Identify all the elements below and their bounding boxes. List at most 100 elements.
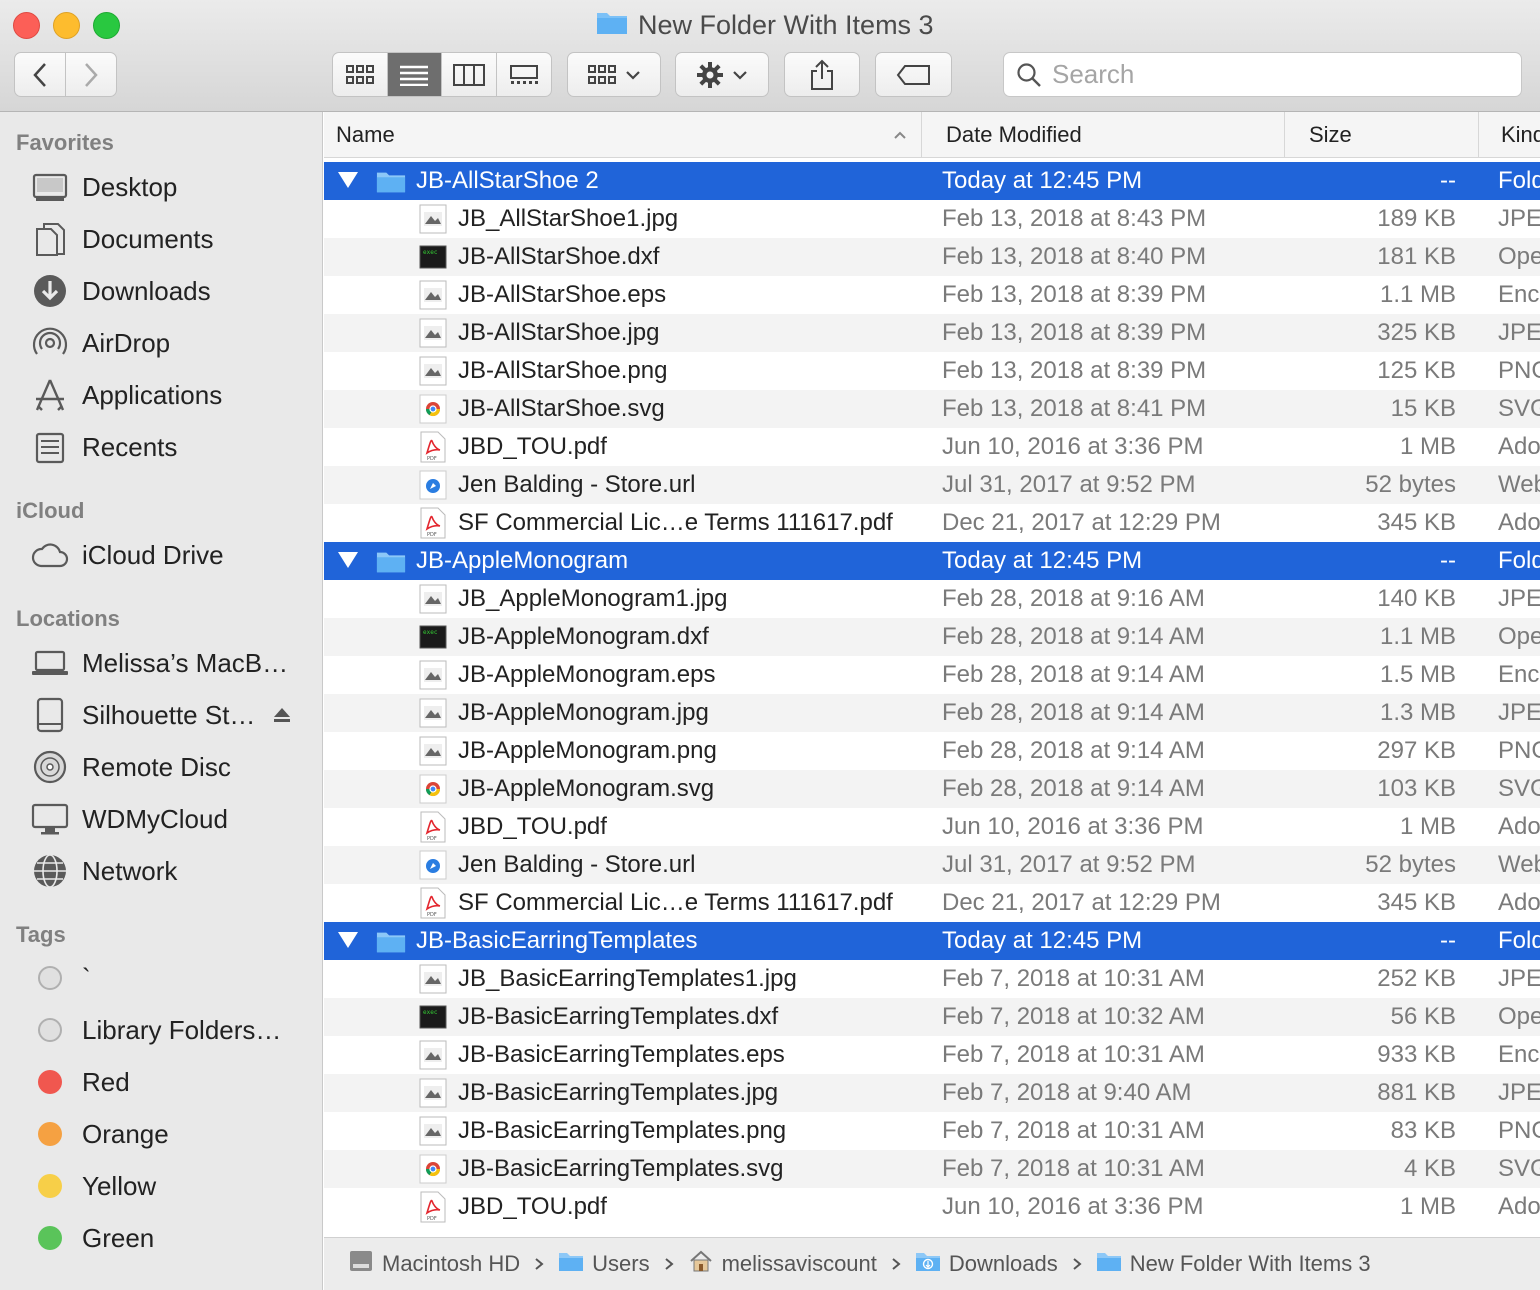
image-icon bbox=[418, 584, 448, 614]
tag-item-yellow[interactable]: Yellow bbox=[30, 1164, 320, 1208]
file-row[interactable]: JB-AllStarShoe.jpg Feb 13, 2018 at 8:39 P… bbox=[324, 314, 1540, 352]
sidebar-item-applications[interactable]: Applications bbox=[30, 373, 320, 417]
file-row[interactable]: exec JB-AppleMonogram.dxf Feb 28, 2018 at … bbox=[324, 618, 1540, 656]
date-column-header[interactable]: Date Modified bbox=[922, 112, 1285, 158]
icon-view-button[interactable] bbox=[333, 53, 388, 96]
image-icon bbox=[418, 660, 448, 690]
tag-item-backtick[interactable]: ` bbox=[30, 956, 320, 1000]
file-kind: Folder bbox=[1498, 927, 1540, 954]
sidebar-item-airdrop[interactable]: AirDrop bbox=[30, 321, 320, 365]
tag-color-icon bbox=[38, 1226, 62, 1250]
file-row[interactable]: JB-AppleMonogram.jpg Feb 28, 2018 at 9:14… bbox=[324, 694, 1540, 732]
path-item-melissaviscount[interactable]: melissaviscount bbox=[688, 1249, 877, 1279]
file-kind: Adobe PDF document bbox=[1498, 433, 1540, 460]
file-row[interactable]: exec JB-AllStarShoe.dxf Feb 13, 2018 at 8:… bbox=[324, 238, 1540, 276]
tag-item-red[interactable]: Red bbox=[30, 1060, 320, 1104]
list-view-button[interactable] bbox=[387, 53, 442, 96]
tag-item-library-folders[interactable]: Library Folders… bbox=[30, 1008, 320, 1052]
file-row[interactable]: PDF SF Commercial Lic…e Terms 111617.pdf D… bbox=[324, 504, 1540, 542]
tag-item-green[interactable]: Green bbox=[30, 1216, 320, 1260]
file-row[interactable]: PDF SF Commercial Lic…e Terms 111617.pdf D… bbox=[324, 884, 1540, 922]
folder-row[interactable]: JB-AppleMonogram Today at 12:45 PM -- Folde… bbox=[324, 542, 1540, 580]
share-button[interactable] bbox=[784, 52, 860, 97]
eject-icon[interactable] bbox=[272, 701, 292, 732]
column-view-button[interactable] bbox=[442, 53, 497, 96]
sidebar-item-label: Applications bbox=[82, 379, 223, 410]
file-row[interactable]: Jen Balding - Store.url Jul 31, 2017 at 9… bbox=[324, 846, 1540, 884]
folder-row[interactable]: JB-AllStarShoe 2 Today at 12:45 PM -- Folde… bbox=[324, 162, 1540, 200]
file-name: JB-AppleMonogram bbox=[416, 547, 629, 574]
file-name: JB_BasicEarringTemplates1.jpg bbox=[458, 965, 797, 992]
disclosure-triangle-icon[interactable] bbox=[338, 932, 358, 948]
disclosure-triangle-icon[interactable] bbox=[338, 172, 358, 188]
file-row[interactable]: Jen Balding - Store.url Jul 31, 2017 at 9… bbox=[324, 466, 1540, 504]
file-name: JB-AppleMonogram.eps bbox=[458, 661, 716, 688]
file-kind: PNG image bbox=[1498, 357, 1540, 384]
date-modified: Jul 31, 2017 at 9:52 PM bbox=[942, 471, 1196, 498]
close-window-button[interactable] bbox=[13, 12, 40, 39]
group-by-button[interactable] bbox=[567, 52, 661, 97]
name-column-header[interactable]: Name bbox=[324, 112, 922, 158]
file-row[interactable]: PDF JBD_TOU.pdf Jun 10, 2016 at 3:36 PM 1 M… bbox=[324, 1188, 1540, 1226]
folder-icon bbox=[376, 926, 406, 956]
image-icon bbox=[418, 1040, 448, 1070]
sidebar-item-silhouette-st[interactable]: Silhouette St… bbox=[30, 693, 320, 737]
file-row[interactable]: JB-BasicEarringTemplates.jpg Feb 7, 2018 … bbox=[324, 1074, 1540, 1112]
file-row[interactable]: PDF JBD_TOU.pdf Jun 10, 2016 at 3:36 PM 1 M… bbox=[324, 428, 1540, 466]
group-grid-icon bbox=[588, 64, 616, 84]
path-item-macintosh-hd[interactable]: Macintosh HD bbox=[348, 1249, 520, 1279]
search-field[interactable] bbox=[1003, 52, 1522, 97]
file-row[interactable]: JB-BasicEarringTemplates.png Feb 7, 2018 … bbox=[324, 1112, 1540, 1150]
sidebar-item-label: WDMyCloud bbox=[82, 803, 228, 834]
file-row[interactable]: JB_AppleMonogram1.jpg Feb 28, 2018 at 9:1… bbox=[324, 580, 1540, 618]
action-button[interactable] bbox=[675, 52, 769, 97]
date-modified: Feb 13, 2018 at 8:39 PM bbox=[942, 357, 1207, 384]
minimize-window-button[interactable] bbox=[53, 12, 80, 39]
date-modified: Feb 13, 2018 at 8:43 PM bbox=[942, 205, 1207, 232]
folder-icon bbox=[558, 1250, 584, 1278]
file-row[interactable]: JB_BasicEarringTemplates1.jpg Feb 7, 2018… bbox=[324, 960, 1540, 998]
date-modified: Feb 13, 2018 at 8:41 PM bbox=[942, 395, 1207, 422]
path-item-new-folder-with-items-3[interactable]: New Folder With Items 3 bbox=[1096, 1250, 1371, 1278]
sidebar-item-label: Silhouette St… bbox=[82, 699, 256, 730]
file-row[interactable]: JB_AllStarShoe1.jpg Feb 13, 2018 at 8:43 … bbox=[324, 200, 1540, 238]
sidebar-item-wdmycloud[interactable]: WDMyCloud bbox=[30, 797, 320, 841]
size-column-header[interactable]: Size bbox=[1285, 112, 1479, 158]
disclosure-triangle-icon[interactable] bbox=[338, 552, 358, 568]
path-item-downloads[interactable]: Downloads bbox=[915, 1250, 1058, 1278]
sidebar-item-desktop[interactable]: Desktop bbox=[30, 165, 320, 209]
svg-text:PDF: PDF bbox=[427, 1216, 437, 1222]
forward-button[interactable] bbox=[66, 53, 117, 96]
sidebar-item-documents[interactable]: Documents bbox=[30, 217, 320, 261]
file-row[interactable]: JB-BasicEarringTemplates.eps Feb 7, 2018 … bbox=[324, 1036, 1540, 1074]
file-row[interactable]: PDF JBD_TOU.pdf Jun 10, 2016 at 3:36 PM 1 M… bbox=[324, 808, 1540, 846]
file-kind: Folder bbox=[1498, 547, 1540, 574]
file-row[interactable]: JB-AllStarShoe.eps Feb 13, 2018 at 8:39 P… bbox=[324, 276, 1540, 314]
search-input[interactable] bbox=[1052, 59, 1472, 90]
edit-tags-button[interactable] bbox=[875, 52, 952, 97]
file-row[interactable]: JB-BasicEarringTemplates.svg Feb 7, 2018 … bbox=[324, 1150, 1540, 1188]
file-row[interactable]: JB-AllStarShoe.png Feb 13, 2018 at 8:39 P… bbox=[324, 352, 1540, 390]
tag-item-orange[interactable]: Orange bbox=[30, 1112, 320, 1156]
kind-column-header[interactable]: Kind bbox=[1479, 112, 1540, 158]
file-row[interactable]: JB-AppleMonogram.eps Feb 28, 2018 at 9:14… bbox=[324, 656, 1540, 694]
sidebar-item-network[interactable]: Network bbox=[30, 849, 320, 893]
gallery-view-button[interactable] bbox=[497, 53, 552, 96]
file-name: JB-AppleMonogram.png bbox=[458, 737, 717, 764]
sidebar-item-icloud-drive[interactable]: iCloud Drive bbox=[30, 533, 320, 577]
file-row[interactable]: exec JB-BasicEarringTemplates.dxf Feb 7, 2… bbox=[324, 998, 1540, 1036]
folder-row[interactable]: JB-BasicEarringTemplates Today at 12:45 P… bbox=[324, 922, 1540, 960]
sidebar-item-downloads[interactable]: Downloads bbox=[30, 269, 320, 313]
zoom-window-button[interactable] bbox=[93, 12, 120, 39]
back-button[interactable] bbox=[15, 53, 66, 96]
file-row[interactable]: JB-AppleMonogram.png Feb 28, 2018 at 9:14… bbox=[324, 732, 1540, 770]
file-size: 252 KB bbox=[1377, 965, 1456, 992]
sidebar-item-melissa-s-macb[interactable]: Melissa’s MacB… bbox=[30, 641, 320, 685]
path-item-users[interactable]: Users bbox=[558, 1250, 650, 1278]
file-row[interactable]: JB-AppleMonogram.svg Feb 28, 2018 at 9:14… bbox=[324, 770, 1540, 808]
sidebar-item-remote-disc[interactable]: Remote Disc bbox=[30, 745, 320, 789]
sidebar-item-recents[interactable]: Recents bbox=[30, 425, 320, 469]
file-kind: Encapsulated PostScript bbox=[1498, 281, 1540, 308]
file-row[interactable]: JB-AllStarShoe.svg Feb 13, 2018 at 8:41 P… bbox=[324, 390, 1540, 428]
date-modified: Feb 28, 2018 at 9:16 AM bbox=[942, 585, 1205, 612]
